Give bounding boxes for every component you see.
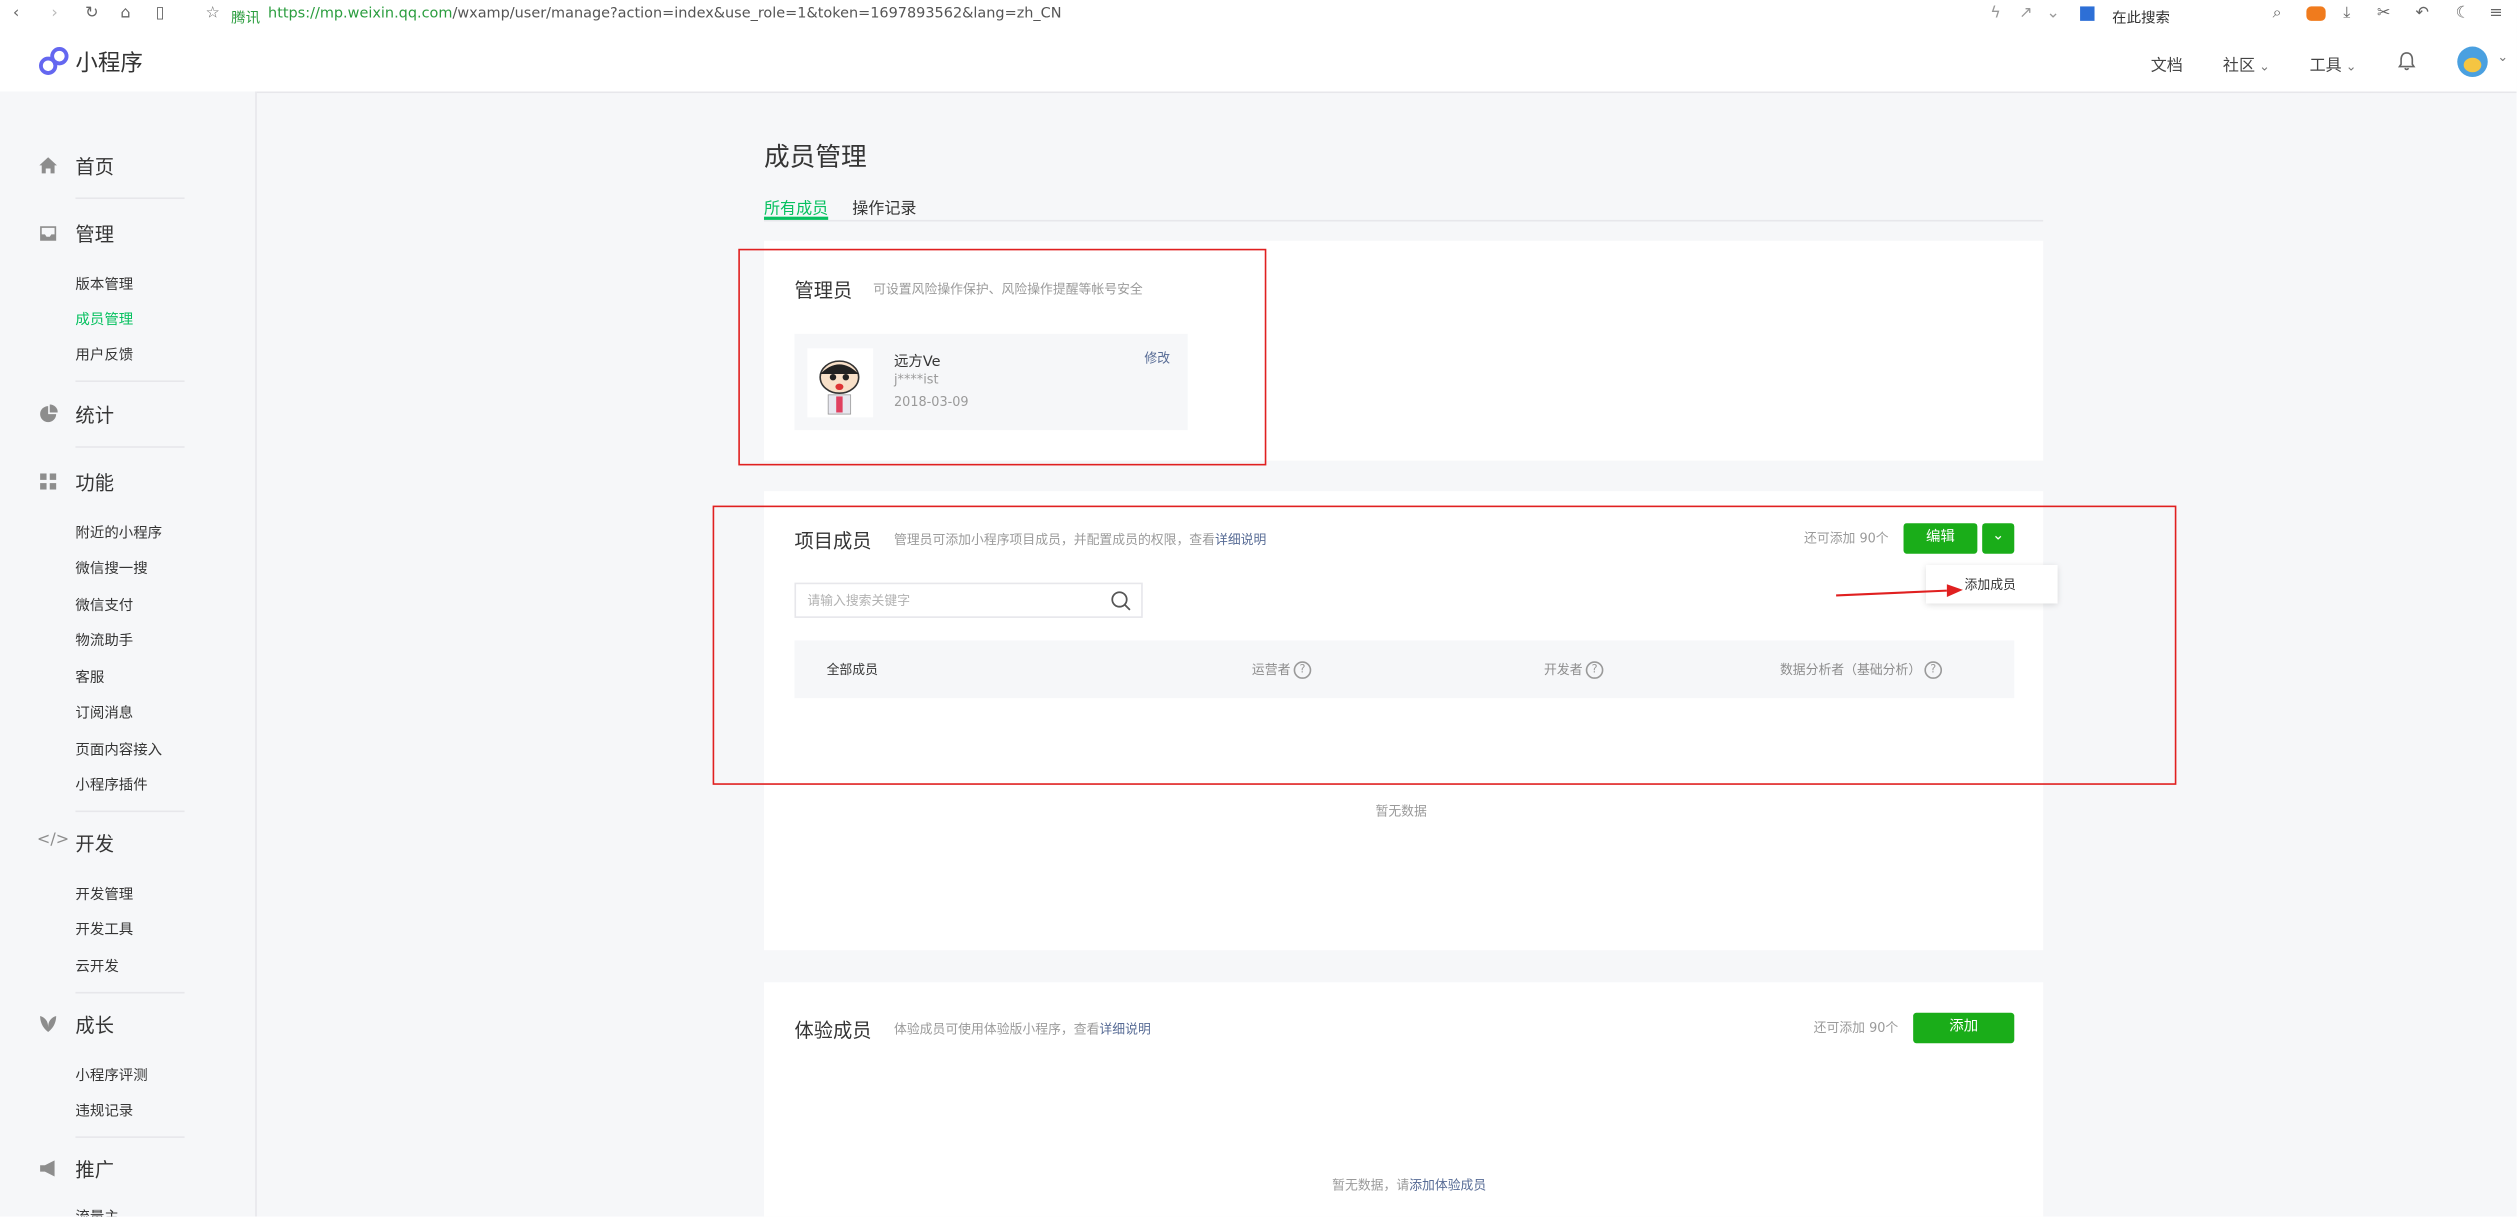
back-icon[interactable]: ‹ xyxy=(13,5,19,23)
sidebar-item-feedback[interactable]: 用户反馈 xyxy=(75,343,133,364)
annotation-box-project xyxy=(712,505,2177,785)
trial-empty-text: 暂无数据，请添加体验成员 xyxy=(1332,1176,1486,1194)
home-icon xyxy=(39,157,57,174)
undo-icon[interactable]: ↶ xyxy=(2416,5,2429,23)
tab-all-members[interactable]: 所有成员 xyxy=(764,194,828,219)
sidebar-item-plugins[interactable]: 小程序插件 xyxy=(75,774,147,794)
top-navigation: 小程序 文档 社区 ⌄ 工具 ⌄ ⌄ xyxy=(0,30,2517,94)
sidebar-section-dev[interactable]: 开发 xyxy=(75,830,114,857)
divider xyxy=(75,810,185,813)
nav-community[interactable]: 社区 ⌄ xyxy=(2222,51,2270,76)
chevron-down-icon: ⌄ xyxy=(2341,59,2357,74)
reload-icon[interactable]: ↻ xyxy=(85,5,98,23)
miniprogram-logo-icon[interactable] xyxy=(39,47,69,76)
sidebar-item-violations[interactable]: 违规记录 xyxy=(75,1099,133,1120)
project-empty-text: 暂无数据 xyxy=(1375,804,1427,819)
trial-desc: 体验成员可使用体验版小程序，查看详细说明 xyxy=(894,1021,1151,1039)
sidebar-section-home[interactable]: 首页 xyxy=(75,152,114,179)
add-trial-button[interactable]: 添加 xyxy=(1913,1012,2015,1044)
night-mode-icon[interactable]: ☾ xyxy=(2456,5,2470,23)
trial-title: 体验成员 xyxy=(794,1019,872,1042)
game-icon[interactable] xyxy=(2306,6,2326,21)
sidebar-item-dev-tools[interactable]: 开发工具 xyxy=(75,918,133,939)
divider xyxy=(75,446,185,448)
sidebar xyxy=(0,91,257,1217)
site-label: 腾讯 xyxy=(231,11,261,28)
sidebar-item-service[interactable]: 客服 xyxy=(75,666,104,687)
active-tab-indicator xyxy=(763,216,829,220)
address-bar[interactable]: https://mp.weixin.qq.com/wxamp/user/mana… xyxy=(268,6,1062,22)
home-browser-icon[interactable]: ⌂ xyxy=(120,5,130,23)
divider xyxy=(75,197,185,200)
chevron-down-icon: ⌄ xyxy=(2255,59,2270,74)
sidebar-item-traffic[interactable]: 流量主 xyxy=(75,1205,118,1216)
sidebar-item-subscribe[interactable]: 订阅消息 xyxy=(75,701,133,722)
sidebar-section-stats[interactable]: 统计 xyxy=(75,401,114,428)
forward-icon[interactable]: › xyxy=(51,5,57,23)
sidebar-item-version[interactable]: 版本管理 xyxy=(75,273,133,294)
tabs-divider xyxy=(763,219,2044,222)
divider xyxy=(75,1136,185,1138)
pie-chart-icon xyxy=(40,404,58,423)
trial-desc-text: 体验成员可使用体验版小程序，查看 xyxy=(893,1022,1100,1037)
inbox-icon xyxy=(40,226,57,241)
browser-search-input[interactable]: 在此搜索 xyxy=(2112,6,2170,27)
divider xyxy=(75,991,185,994)
scissors-icon[interactable]: ✂ xyxy=(2377,5,2390,23)
chevron-down-icon[interactable]: ⌄ xyxy=(2046,5,2059,23)
annotation-box-admin xyxy=(738,248,1267,466)
tab-operation-log[interactable]: 操作记录 xyxy=(852,194,916,219)
url-path: /wxamp/user/manage?action=index&use_role… xyxy=(452,6,1062,23)
reader-icon[interactable]: ▯ xyxy=(156,5,165,23)
megaphone-icon xyxy=(40,1160,55,1177)
trial-detail-link[interactable]: 详细说明 xyxy=(1099,1022,1150,1036)
avatar[interactable] xyxy=(2457,46,2488,78)
grid-icon xyxy=(40,473,57,490)
trial-quota: 还可添加 90个 xyxy=(1813,1020,1899,1036)
sidebar-section-features[interactable]: 功能 xyxy=(75,469,114,496)
sidebar-item-cloud[interactable]: 云开发 xyxy=(75,955,118,976)
divider xyxy=(75,380,185,382)
nav-docs[interactable]: 文档 xyxy=(2151,51,2183,76)
sidebar-section-manage[interactable]: 管理 xyxy=(75,220,114,247)
sidebar-item-pay[interactable]: 微信支付 xyxy=(75,594,133,615)
sidebar-item-logistics[interactable]: 物流助手 xyxy=(75,629,133,650)
sidebar-item-nearby[interactable]: 附近的小程序 xyxy=(75,522,162,542)
sidebar-section-promote[interactable]: 推广 xyxy=(75,1156,114,1183)
star-icon[interactable]: ☆ xyxy=(205,5,219,23)
sidebar-item-members[interactable]: 成员管理 xyxy=(75,308,133,329)
add-trial-link[interactable]: 添加体验成员 xyxy=(1409,1178,1486,1192)
bell-icon[interactable] xyxy=(2397,51,2416,71)
page-title: 成员管理 xyxy=(763,141,867,172)
share-icon[interactable]: ↗ xyxy=(2019,5,2032,23)
nav-tools[interactable]: 工具 ⌄ xyxy=(2309,51,2357,76)
nav-tools-label: 工具 xyxy=(2309,57,2342,76)
sidebar-item-page-content[interactable]: 页面内容接入 xyxy=(75,738,162,759)
trial-empty-prefix: 暂无数据，请 xyxy=(1332,1178,1410,1193)
sidebar-section-growth[interactable]: 成长 xyxy=(75,1011,114,1038)
download-icon[interactable]: ⤓ xyxy=(2343,5,2350,23)
sidebar-item-dev-manage[interactable]: 开发管理 xyxy=(75,883,133,904)
menu-icon[interactable]: ≡ xyxy=(2489,5,2502,23)
browser-toolbar: ‹ › ↻ ⌂ ▯ ☆ 腾讯 https://mp.weixin.qq.com/… xyxy=(0,0,2517,33)
search-icon[interactable]: ⌕ xyxy=(2273,5,2282,23)
sidebar-item-search[interactable]: 微信搜一搜 xyxy=(75,557,147,578)
search-engine-icon[interactable] xyxy=(2080,6,2095,21)
lightning-icon[interactable]: ϟ xyxy=(1990,5,2001,23)
url-host: https://mp.weixin.qq.com xyxy=(268,6,453,23)
leaf-icon xyxy=(40,1015,57,1033)
sidebar-item-evaluation[interactable]: 小程序评测 xyxy=(75,1064,147,1085)
chevron-down-icon[interactable]: ⌄ xyxy=(2497,50,2508,64)
nav-community-label: 社区 xyxy=(2222,57,2256,76)
logo-text[interactable]: 小程序 xyxy=(75,47,142,79)
code-icon: </> xyxy=(36,831,70,850)
